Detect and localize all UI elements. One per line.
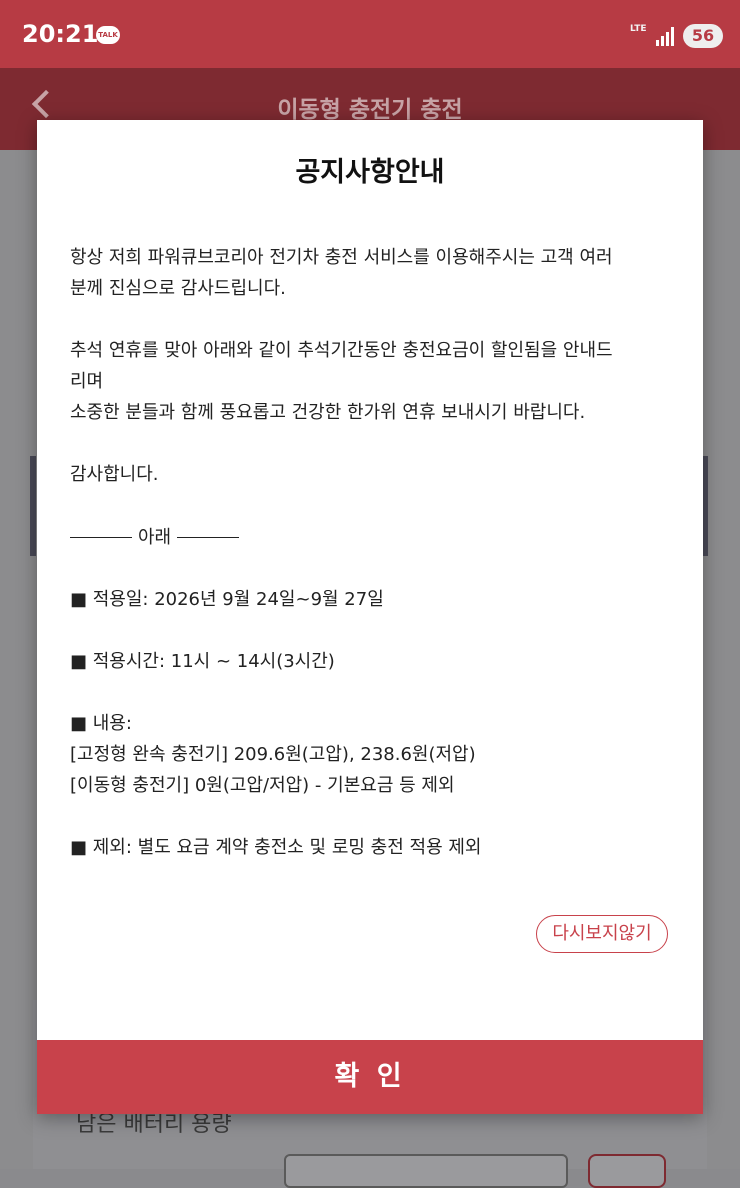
status-bar: 20:21 TALK LTE 56 <box>0 0 740 68</box>
notice-dialog: 공지사항안내 항상 저희 파워큐브코리아 전기차 충전 서비스를 이용해주시는 … <box>37 120 703 1114</box>
battery-capacity-button <box>588 1154 666 1188</box>
divider-label: 아래 <box>138 526 172 548</box>
text-line: 항상 저희 파워큐브코리아 전기차 충전 서비스를 이용해주시는 고객 여러 <box>70 247 613 268</box>
signal-icon <box>656 26 676 46</box>
content-block: ■ 내용: [고정형 완속 충전기] 209.6원(고압), 238.6원(저압… <box>70 708 680 801</box>
apply-time: ■ 적용시간: 11시 ~ 14시(3시간) <box>70 650 335 672</box>
dialog-body: 항상 저희 파워큐브코리아 전기차 충전 서비스를 이용해주시는 고객 여러 분… <box>70 242 680 894</box>
text-line: 리며 <box>70 371 104 392</box>
divider: 아래 <box>70 521 680 553</box>
text-line: 추석 연휴를 맞아 아래와 같이 추석기간동안 충전요금이 할인됨을 안내드 <box>70 340 613 361</box>
greeting-paragraph: 항상 저희 파워큐브코리아 전기차 충전 서비스를 이용해주시는 고객 여러 분… <box>70 242 680 304</box>
dialog-title: 공지사항안내 <box>295 157 445 188</box>
apply-date: ■ 적용일: 2026년 9월 24일~9월 27일 <box>70 588 384 610</box>
divider-line-left <box>70 536 132 538</box>
network-type: LTE <box>630 24 647 34</box>
talk-notification-icon: TALK <box>96 26 120 44</box>
thanks-text: 감사합니다. <box>70 464 159 485</box>
page-title: 이동형 충전기 충전 <box>277 97 463 123</box>
text-line: 소중한 분들과 함께 풍요롭고 건강한 한가위 연휴 보내시기 바랍니다. <box>70 402 586 423</box>
content-label: ■ 내용: <box>70 712 132 734</box>
battery-capacity-input <box>284 1154 568 1188</box>
notice-paragraph: 추석 연휴를 맞아 아래와 같이 추석기간동안 충전요금이 할인됨을 안내드 리… <box>70 335 680 428</box>
exclusion: ■ 제외: 별도 요금 계약 충전소 및 로밍 충전 적용 제외 <box>70 836 482 858</box>
battery-icon: 56 <box>683 24 723 48</box>
background-element-left <box>30 456 36 556</box>
dont-show-again-button[interactable]: 다시보지않기 <box>536 915 668 953</box>
confirm-button[interactable]: 확 인 <box>37 1040 703 1114</box>
background-element-right <box>703 456 708 556</box>
content-fixed-charger: [고정형 완속 충전기] 209.6원(고압), 238.6원(저압) <box>70 743 476 765</box>
text-line: 분께 진심으로 감사드립니다. <box>70 278 286 299</box>
content-mobile-charger: [이동형 충전기] 0원(고압/저압) - 기본요금 등 제외 <box>70 774 455 796</box>
status-time: 20:21 <box>22 20 99 48</box>
divider-line-right <box>177 536 240 538</box>
